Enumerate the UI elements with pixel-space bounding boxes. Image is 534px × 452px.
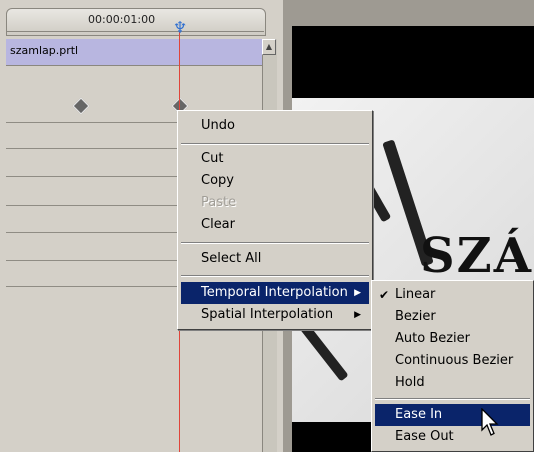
submenu-arrow-icon: ▶ <box>354 288 361 298</box>
menu-item-undo[interactable]: Undo <box>181 115 369 137</box>
timecode-label: 00:00:01:00 <box>88 13 156 26</box>
submenu-item-ease-in[interactable]: Ease In <box>375 404 530 426</box>
menu-item-label: Spatial Interpolation <box>201 307 334 322</box>
check-icon: ✔ <box>379 288 390 302</box>
mouse-cursor-icon <box>481 408 499 436</box>
menu-separator <box>181 143 369 145</box>
submenu-arrow-icon: ▶ <box>354 310 361 320</box>
context-menu: Undo Cut Copy Paste Clear Select All Tem… <box>177 110 373 330</box>
menu-item-label: Temporal Interpolation <box>201 285 348 300</box>
scroll-up-icon[interactable]: ▲ <box>262 39 276 55</box>
menu-item-spatial-interpolation[interactable]: Spatial Interpolation ▶ <box>181 304 369 326</box>
menu-separator <box>181 242 369 244</box>
submenu-item-auto-bezier[interactable]: Auto Bezier <box>375 328 530 350</box>
preview-letterbox-top <box>292 26 534 98</box>
interpolation-submenu: ✔ Linear Bezier Auto Bezier Continuous B… <box>371 280 534 452</box>
clip-name: szamlap.prtl <box>10 44 79 57</box>
menu-item-paste: Paste <box>201 195 237 210</box>
playhead-icon[interactable]: ♆ <box>171 20 189 36</box>
ruler-ticks <box>6 31 264 38</box>
submenu-item-label: Linear <box>395 287 436 302</box>
menu-item-copy[interactable]: Copy <box>181 170 369 192</box>
menu-item-select-all[interactable]: Select All <box>181 248 369 270</box>
submenu-item-continuous-bezier[interactable]: Continuous Bezier <box>375 350 530 372</box>
submenu-item-linear[interactable]: ✔ Linear <box>375 284 530 306</box>
menu-item-temporal-interpolation[interactable]: Temporal Interpolation ▶ <box>181 282 369 304</box>
menu-item-clear[interactable]: Clear <box>181 214 369 236</box>
menu-separator <box>181 275 369 277</box>
menu-item-cut[interactable]: Cut <box>181 148 369 170</box>
menu-separator <box>375 398 530 400</box>
submenu-item-hold[interactable]: Hold <box>375 372 530 394</box>
submenu-item-ease-out[interactable]: Ease Out <box>375 426 530 448</box>
submenu-item-bezier[interactable]: Bezier <box>375 306 530 328</box>
preview-title-text: SZÁ <box>420 228 533 284</box>
